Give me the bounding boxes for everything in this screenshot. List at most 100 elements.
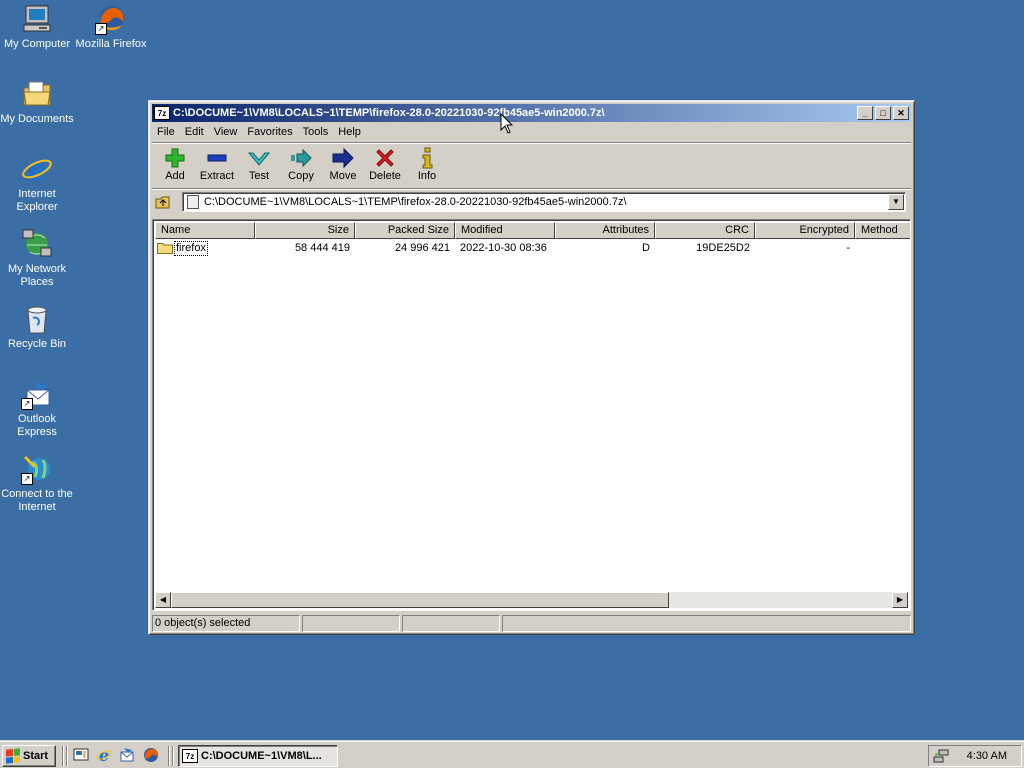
desktop-icon-label: Connect to the Internet: [1, 488, 73, 513]
scroll-right-button[interactable]: ▶: [892, 592, 908, 608]
row-name[interactable]: firefox: [174, 240, 208, 256]
internet-explorer-icon: e: [96, 746, 112, 765]
address-bar: C:\DOCUME~1\VM8\LOCALS~1\TEMP\firefox-28…: [152, 191, 911, 213]
minimize-button[interactable]: _: [857, 106, 873, 120]
status-selection: 0 object(s) selected: [152, 615, 300, 632]
desktop-icon-my-network-places[interactable]: My Network Places: [0, 228, 74, 289]
toolbar: Add Extract Test Copy Move Delete Info: [154, 144, 448, 186]
shortcut-arrow-icon: ↗: [21, 473, 33, 485]
file-list[interactable]: Name Size Packed Size Modified Attribute…: [152, 219, 911, 611]
column-header-modified[interactable]: Modified: [455, 222, 555, 239]
desktop-icon-recycle-bin[interactable]: Recycle Bin: [0, 303, 74, 351]
desktop-icon-my-documents[interactable]: My Documents: [0, 78, 74, 126]
seven-zip-app-icon[interactable]: 7z: [154, 106, 170, 120]
desktop-icon-connect-to-internet[interactable]: ↗ Connect to the Internet: [0, 453, 74, 514]
quick-launch-internet-explorer[interactable]: e: [96, 746, 112, 765]
desktop-icon-label: Recycle Bin: [7, 338, 67, 350]
cell-modified: 2022-10-30 08:36: [460, 242, 547, 254]
archive-window: 7z C:\DOCUME~1\VM8\LOCALS~1\TEMP\firefox…: [148, 100, 915, 635]
menu-help[interactable]: Help: [333, 123, 366, 141]
menu-tools[interactable]: Tools: [298, 123, 334, 141]
menu-file[interactable]: File: [152, 123, 180, 141]
column-header-packed-size[interactable]: Packed Size: [355, 222, 455, 239]
copy-label: Copy: [288, 170, 314, 182]
my-documents-icon: [21, 78, 53, 110]
status-panel-2: [302, 615, 400, 632]
desktop-icon-label: Internet Explorer: [16, 188, 58, 213]
plus-icon: [154, 147, 196, 169]
delete-button[interactable]: Delete: [364, 144, 406, 186]
windows-logo-icon: [6, 748, 20, 764]
menu-edit[interactable]: Edit: [180, 123, 209, 141]
status-panel-4: [502, 615, 911, 632]
taskbar-divider: [62, 746, 64, 766]
add-label: Add: [165, 170, 185, 182]
list-header: Name Size Packed Size Modified Attribute…: [155, 222, 910, 239]
copy-arrow-icon: [280, 147, 322, 169]
quick-launch-firefox[interactable]: [143, 747, 159, 763]
firefox-icon: [144, 748, 158, 762]
status-bar: 0 object(s) selected: [152, 615, 911, 632]
maximize-button[interactable]: □: [875, 106, 891, 120]
address-input[interactable]: C:\DOCUME~1\VM8\LOCALS~1\TEMP\firefox-28…: [204, 196, 888, 208]
outlook-express-icon: ↗: [21, 378, 53, 410]
info-button[interactable]: Info: [406, 144, 448, 186]
my-computer-icon: [21, 3, 53, 35]
taskbar-divider: [172, 746, 174, 766]
window-title: C:\DOCUME~1\VM8\LOCALS~1\TEMP\firefox-28…: [173, 107, 605, 119]
add-button[interactable]: Add: [154, 144, 196, 186]
desktop-icon-my-computer[interactable]: My Computer: [0, 3, 74, 51]
shortcut-arrow-icon: ↗: [21, 398, 33, 410]
column-header-size[interactable]: Size: [255, 222, 355, 239]
cell-packed-size: 24 996 421: [394, 242, 450, 254]
clock[interactable]: 4:30 AM: [967, 750, 1007, 762]
extract-button[interactable]: Extract: [196, 144, 238, 186]
shortcut-arrow-icon: ↗: [95, 23, 107, 35]
menu-bar: File Edit View Favorites Tools Help: [152, 123, 911, 141]
table-row[interactable]: firefox 58 444 419 24 996 421 2022-10-30…: [155, 240, 910, 256]
test-button[interactable]: Test: [238, 144, 280, 186]
network-places-icon: [21, 228, 53, 260]
column-header-name[interactable]: Name: [155, 222, 255, 239]
desktop-icon-mozilla-firefox[interactable]: ↗ Mozilla Firefox: [74, 3, 148, 51]
test-label: Test: [248, 170, 270, 182]
desktop-icon-outlook-express[interactable]: ↗ Outlook Express: [0, 378, 74, 439]
cell-attributes: D: [642, 242, 650, 254]
folder-up-button[interactable]: [155, 194, 171, 210]
desktop-icon-label: My Documents: [0, 113, 74, 125]
internet-explorer-icon: e: [21, 153, 53, 188]
cell-name[interactable]: firefox: [155, 240, 255, 256]
move-button[interactable]: Move: [322, 144, 364, 186]
desktop-icon-label: My Network Places: [7, 263, 67, 288]
desktop-icon-label: Mozilla Firefox: [75, 38, 147, 50]
network-tray-icon[interactable]: [933, 748, 949, 764]
start-button[interactable]: Start: [2, 745, 56, 767]
copy-button[interactable]: Copy: [280, 144, 322, 186]
info-icon: [406, 147, 448, 169]
column-header-crc[interactable]: CRC: [655, 222, 755, 239]
scroll-left-button[interactable]: ◀: [155, 592, 171, 608]
address-dropdown-button[interactable]: ▼: [888, 194, 904, 210]
recycle-bin-icon: [21, 303, 53, 335]
quick-launch-outlook-express[interactable]: [119, 747, 135, 763]
taskbar-window-button[interactable]: 7z C:\DOCUME~1\VM8\L...: [178, 745, 338, 767]
title-bar[interactable]: 7z C:\DOCUME~1\VM8\LOCALS~1\TEMP\firefox…: [152, 104, 911, 122]
scroll-thumb[interactable]: [171, 592, 669, 608]
desktop-icon-label: Outlook Express: [17, 413, 57, 438]
cell-crc: 19DE25D2: [696, 242, 750, 254]
menu-view[interactable]: View: [209, 123, 243, 141]
close-button[interactable]: ✕: [893, 106, 909, 120]
menu-favorites[interactable]: Favorites: [242, 123, 297, 141]
delete-x-icon: [364, 147, 406, 169]
system-tray: 4:30 AM: [928, 745, 1022, 767]
cell-encrypted: -: [846, 242, 850, 254]
column-header-method[interactable]: Method: [855, 222, 910, 239]
column-header-attributes[interactable]: Attributes: [555, 222, 655, 239]
minus-icon: [196, 147, 238, 169]
column-header-encrypted[interactable]: Encrypted: [755, 222, 855, 239]
horizontal-scrollbar[interactable]: ◀ ▶: [155, 592, 908, 608]
extract-label: Extract: [199, 170, 235, 182]
desktop-icon-internet-explorer[interactable]: e Internet Explorer: [0, 153, 74, 214]
address-combo[interactable]: C:\DOCUME~1\VM8\LOCALS~1\TEMP\firefox-28…: [182, 192, 906, 212]
quick-launch-show-desktop[interactable]: [73, 747, 89, 763]
